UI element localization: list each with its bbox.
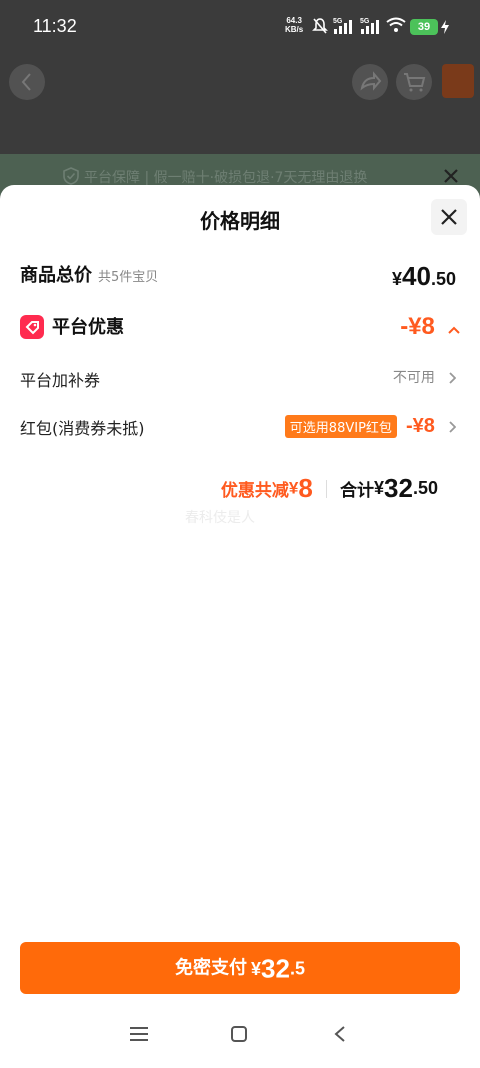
close-button[interactable] [431, 199, 467, 235]
price-detail-sheet: 价格明细 商品总价 共5件宝贝 ¥40.50 平台优惠 -¥8 平台加补券 不可用… [0, 185, 480, 1068]
back-icon[interactable] [333, 1025, 347, 1043]
platform-discount-row[interactable]: 平台优惠 -¥8 [20, 313, 460, 343]
total-int: 40 [402, 261, 431, 291]
status-time: 11:32 [33, 16, 77, 36]
red-packet-row[interactable]: 红包(消费券未抵) 可选用88VIP红包 -¥8 [20, 415, 460, 441]
total-currency: ¥ [392, 269, 403, 289]
pay-button[interactable]: 免密支付 ¥32.5 [20, 942, 460, 994]
total-price: ¥40.50 [392, 261, 456, 292]
sum-currency: ¥ [374, 478, 385, 498]
mute-bell-icon [312, 18, 328, 34]
platform-discount-label: 平台优惠 [52, 317, 124, 338]
pay-label: 免密支付 [175, 957, 248, 979]
banner-close-icon [444, 169, 458, 183]
summary-divider [325, 479, 327, 498]
guarantee-banner-text: 平台保障 | 假一赔十·破损包退·7天无理由退换 [84, 170, 368, 186]
home-icon[interactable] [230, 1025, 248, 1043]
item-count: 共5件宝贝 [98, 270, 159, 285]
saved-label: 优惠共减 [220, 481, 289, 500]
store-avatar-bg [442, 64, 474, 98]
coupon-tag-icon [20, 315, 44, 339]
pay-int: 32 [261, 953, 290, 984]
price-summary: 优惠共减¥8 合计¥32.50 [221, 473, 438, 504]
status-bar: 11:32 64.3 KB/s 5G 5G 39 [0, 0, 480, 54]
saved-value: 8 [298, 473, 313, 503]
platform-coupon-label: 平台加补券 [20, 371, 101, 390]
platform-discount-value: -¥8 [400, 313, 460, 341]
vip-redpacket-badge[interactable]: 可选用88VIP红包 [284, 415, 397, 438]
share-icon [360, 71, 382, 91]
pay-currency: ¥ [251, 958, 262, 979]
battery-indicator: 39 [410, 19, 438, 35]
total-dec: .50 [430, 269, 456, 289]
chevron-right-icon [449, 371, 456, 384]
red-packet-label: 红包(消费券未抵) [20, 419, 145, 438]
svg-text:5G: 5G [333, 18, 343, 25]
signal-icon-1: 5G [333, 18, 352, 34]
platform-coupon-row[interactable]: 平台加补券 不可用 [20, 367, 460, 391]
total-row: 商品总价 共5件宝贝 ¥40.50 [20, 261, 460, 291]
cart-button-bg [396, 64, 432, 100]
saved-currency: ¥ [288, 478, 299, 498]
network-speed: 64.3 KB/s [285, 16, 303, 34]
platform-coupon-status: 不可用 [392, 370, 435, 386]
network-speed-value: 64.3 [286, 16, 302, 25]
cart-icon [404, 73, 426, 92]
menu-icon[interactable] [129, 1025, 149, 1043]
sum-label: 合计 [340, 481, 375, 501]
close-icon [441, 209, 457, 225]
chevron-up-icon [448, 326, 460, 334]
charging-icon [441, 20, 449, 34]
red-packet-value: 可选用88VIP红包 -¥8 [284, 415, 456, 438]
red-packet-amount: -¥8 [406, 415, 435, 437]
network-speed-unit: KB/s [285, 25, 304, 34]
platform-coupon-value: 不可用 [393, 367, 456, 387]
back-icon [21, 73, 31, 91]
faint-text: 春科伎是人 [185, 510, 255, 526]
chevron-right-icon [449, 420, 456, 433]
sheet-title: 价格明细 [200, 209, 280, 233]
svg-text:5G: 5G [360, 18, 370, 25]
sum-dec: .50 [412, 478, 438, 498]
shield-check-icon [63, 167, 79, 185]
back-button-bg [9, 64, 45, 100]
share-button-bg [352, 64, 388, 100]
system-nav-bar [0, 1005, 480, 1068]
platform-discount-amount: -¥8 [400, 313, 435, 340]
total-label: 商品总价 [20, 265, 92, 286]
wifi-icon [386, 17, 406, 32]
pay-dec: .5 [289, 958, 305, 979]
signal-icon-2: 5G [360, 18, 379, 34]
sum-int: 32 [384, 473, 413, 503]
